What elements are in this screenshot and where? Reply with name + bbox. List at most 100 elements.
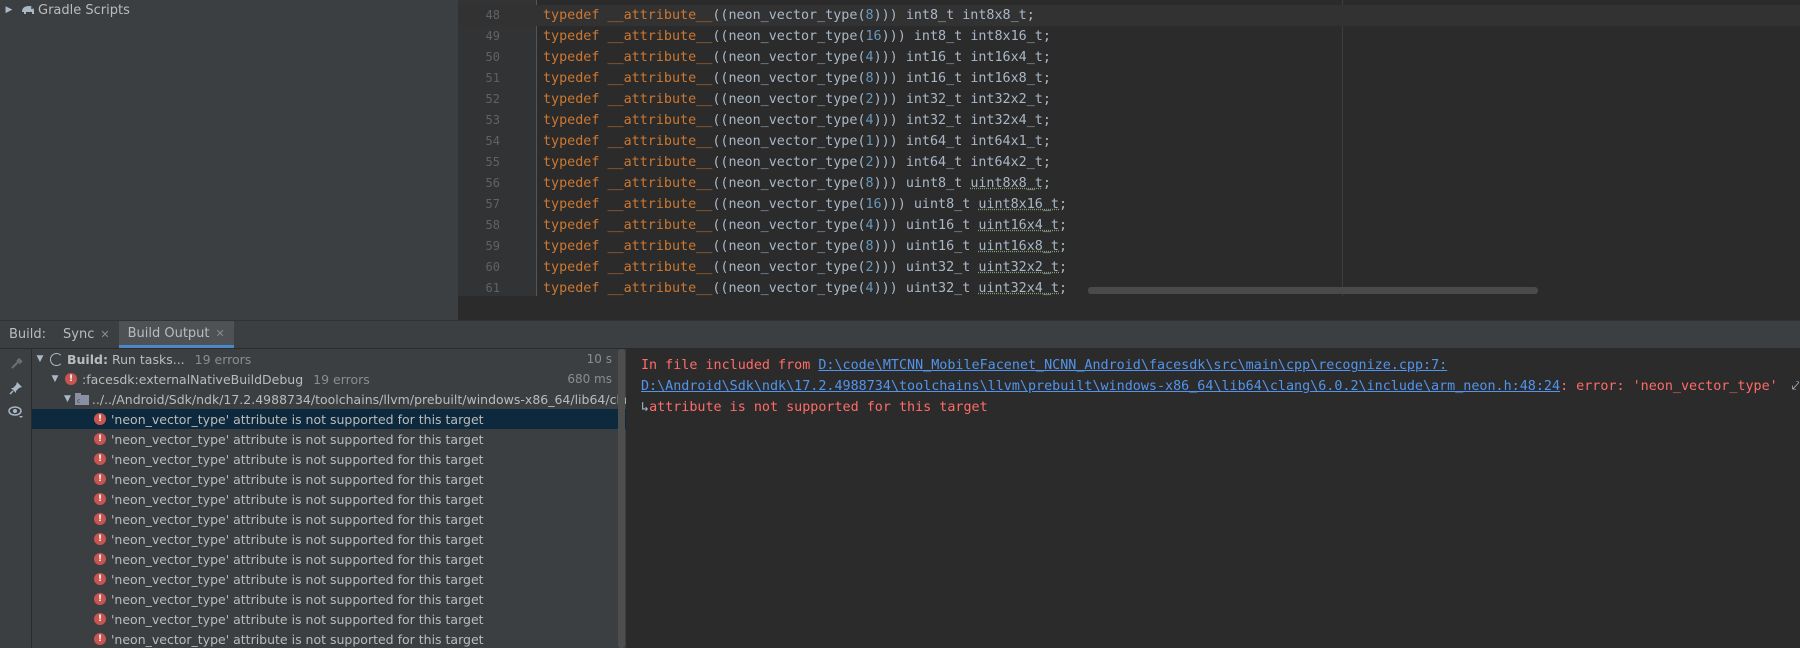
source-file-link[interactable]: D:\code\MTCNN_MobileFacenet_NCNN_Android…	[818, 358, 1447, 373]
build-label: Build:	[9, 327, 47, 342]
error-item[interactable]: ! 'neon_vector_type' attribute is not sup…	[32, 609, 626, 629]
error-count: 19 errors	[194, 351, 252, 367]
collapse-arrow-icon[interactable]: ▼	[34, 354, 46, 364]
code-text: typedef __attribute__((neon_vector_type(…	[543, 113, 1051, 128]
error-message: 'neon_vector_type' attribute is not supp…	[111, 631, 484, 647]
close-icon[interactable]: ✕	[216, 327, 225, 340]
code-text: typedef __attribute__((neon_vector_type(…	[543, 239, 1068, 254]
build-console[interactable]: In file included from D:\code\MTCNN_Mobi…	[629, 349, 1800, 648]
error-icon: !	[65, 373, 77, 385]
line-number: 60	[485, 260, 500, 274]
code-text: typedef __attribute__((neon_vector_type(…	[543, 155, 1051, 170]
code-text: typedef __attribute__((neon_vector_type(…	[543, 134, 1051, 149]
task-label: :facesdk:externalNativeBuildDebug	[82, 371, 304, 387]
collapse-arrow-icon[interactable]: ▼	[64, 394, 71, 404]
build-tabs-bar: Build: Sync ✕ Build Output ✕	[0, 321, 1800, 349]
error-message: 'neon_vector_type' attribute is not supp…	[111, 611, 484, 627]
code-text: typedef __attribute__((neon_vector_type(…	[543, 260, 1068, 275]
error-item[interactable]: ! 'neon_vector_type' attribute is not sup…	[32, 489, 626, 509]
code-text: typedef __attribute__((neon_vector_type(…	[543, 197, 1068, 212]
tree-row-build-root[interactable]: ▼ Build: Run tasks... 19 errors 10 s	[32, 349, 626, 369]
error-message: 'neon_vector_type' attribute is not supp…	[111, 411, 484, 427]
line-number: 48	[485, 8, 500, 22]
line-number: 55	[485, 155, 500, 169]
error-icon: !	[94, 533, 106, 545]
file-path-label: ../../Android/Sdk/ndk/17.2.4988734/toolc…	[91, 391, 626, 407]
error-icon: !	[94, 473, 106, 485]
tab-sync[interactable]: Sync ✕	[54, 321, 119, 348]
collapse-arrow-icon[interactable]: ▼	[49, 374, 61, 384]
close-icon[interactable]: ✕	[100, 328, 109, 341]
pin-icon[interactable]	[7, 379, 25, 397]
error-item[interactable]: ! 'neon_vector_type' attribute is not sup…	[32, 549, 626, 569]
tree-row-file[interactable]: ▼ c ../../Android/Sdk/ndk/17.2.4988734/t…	[32, 389, 626, 409]
error-message: 'neon_vector_type' attribute is not supp…	[111, 551, 484, 567]
code-line: 54 typedef __attribute__((neon_vector_typ…	[458, 131, 1800, 152]
line-number: 49	[485, 29, 500, 43]
code-line: 57 typedef __attribute__((neon_vector_typ…	[458, 194, 1800, 215]
console-line-2: D:\Android\Sdk\ndk\17.2.4988734\toolchai…	[641, 379, 1799, 394]
tab-build-output[interactable]: Build Output ✕	[118, 321, 234, 348]
error-count: 19 errors	[313, 371, 370, 387]
build-root-label: Build:	[67, 351, 108, 367]
header-file-link[interactable]: D:\Android\Sdk\ndk\17.2.4988734\toolchai…	[641, 379, 1560, 394]
build-toolbar	[0, 349, 32, 648]
error-item[interactable]: ! 'neon_vector_type' attribute is not sup…	[32, 429, 626, 449]
error-icon: !	[94, 413, 106, 425]
code-line: 52 typedef __attribute__((neon_vector_typ…	[458, 89, 1800, 110]
eye-icon[interactable]	[7, 403, 25, 421]
code-line: 55 typedef __attribute__((neon_vector_typ…	[458, 152, 1800, 173]
error-icon: !	[94, 573, 106, 585]
code-text: typedef __attribute__((neon_vector_type(…	[543, 29, 1051, 44]
continuation-icon: ↳	[641, 400, 650, 415]
build-time: 10 s	[586, 352, 612, 366]
tab-label: Build Output	[127, 325, 210, 341]
error-item[interactable]: ! 'neon_vector_type' attribute is not sup…	[32, 409, 626, 429]
tree-item-label: Gradle Scripts	[38, 2, 130, 18]
editor-bottom-strip	[458, 296, 1800, 320]
line-number: 52	[485, 92, 500, 106]
error-item[interactable]: ! 'neon_vector_type' attribute is not sup…	[32, 509, 626, 529]
svg-text:c: c	[77, 398, 80, 405]
code-line: 59 typedef __attribute__((neon_vector_typ…	[458, 236, 1800, 257]
folder-icon: c	[74, 393, 89, 405]
build-tree: ▼ Build: Run tasks... 19 errors 10 s ▼ !…	[32, 349, 626, 648]
error-item[interactable]: ! 'neon_vector_type' attribute is not sup…	[32, 589, 626, 609]
error-icon: !	[94, 553, 106, 565]
gradle-elephant-icon	[18, 4, 38, 16]
build-tool-window: Build: Sync ✕ Build Output ✕ ▼ Build: Ru…	[0, 320, 1800, 648]
error-item[interactable]: ! 'neon_vector_type' attribute is not sup…	[32, 469, 626, 489]
tree-vertical-scrollbar[interactable]	[618, 349, 625, 648]
tree-row-task[interactable]: ▼ ! :facesdk:externalNativeBuildDebug 19…	[32, 369, 626, 389]
horizontal-scrollbar[interactable]	[1088, 287, 1538, 294]
error-message: 'neon_vector_type' attribute is not supp…	[111, 591, 484, 607]
project-pane: ▶ Gradle Scripts	[0, 0, 458, 320]
error-message: 'neon_vector_type' attribute is not supp…	[111, 511, 484, 527]
error-message: 'neon_vector_type' attribute is not supp…	[111, 491, 484, 507]
code-line: 53 typedef __attribute__((neon_vector_typ…	[458, 110, 1800, 131]
expand-arrow-icon[interactable]: ▶	[0, 5, 18, 15]
task-time: 680 ms	[567, 372, 612, 386]
line-number: 54	[485, 134, 500, 148]
error-item[interactable]: ! 'neon_vector_type' attribute is not sup…	[32, 629, 626, 648]
top-area: ▶ Gradle Scripts 48 typedef __attribute__…	[0, 0, 1800, 320]
line-number: 50	[485, 50, 500, 64]
hammer-icon[interactable]	[7, 355, 25, 373]
error-icon: !	[94, 613, 106, 625]
error-item[interactable]: ! 'neon_vector_type' attribute is not sup…	[32, 529, 626, 549]
code-text: typedef __attribute__((neon_vector_type(…	[543, 92, 1051, 107]
error-icon: !	[94, 493, 106, 505]
error-icon: !	[94, 453, 106, 465]
error-item[interactable]: ! 'neon_vector_type' attribute is not sup…	[32, 569, 626, 589]
error-icon: !	[94, 633, 106, 645]
error-message: 'neon_vector_type' attribute is not supp…	[111, 431, 484, 447]
tree-item-gradle-scripts[interactable]: ▶ Gradle Scripts	[0, 0, 130, 20]
code-editor[interactable]: 48 typedef __attribute__((neon_vector_typ…	[458, 0, 1800, 320]
error-item[interactable]: ! 'neon_vector_type' attribute is not sup…	[32, 449, 626, 469]
code-lines: 48 typedef __attribute__((neon_vector_typ…	[458, 5, 1800, 299]
build-status: Run tasks...	[111, 351, 185, 367]
error-icon: !	[94, 593, 106, 605]
code-line: 48 typedef __attribute__((neon_vector_typ…	[458, 5, 1800, 26]
code-line: 50 typedef __attribute__((neon_vector_typ…	[458, 47, 1800, 68]
console-prefix: In file included from	[641, 358, 819, 373]
